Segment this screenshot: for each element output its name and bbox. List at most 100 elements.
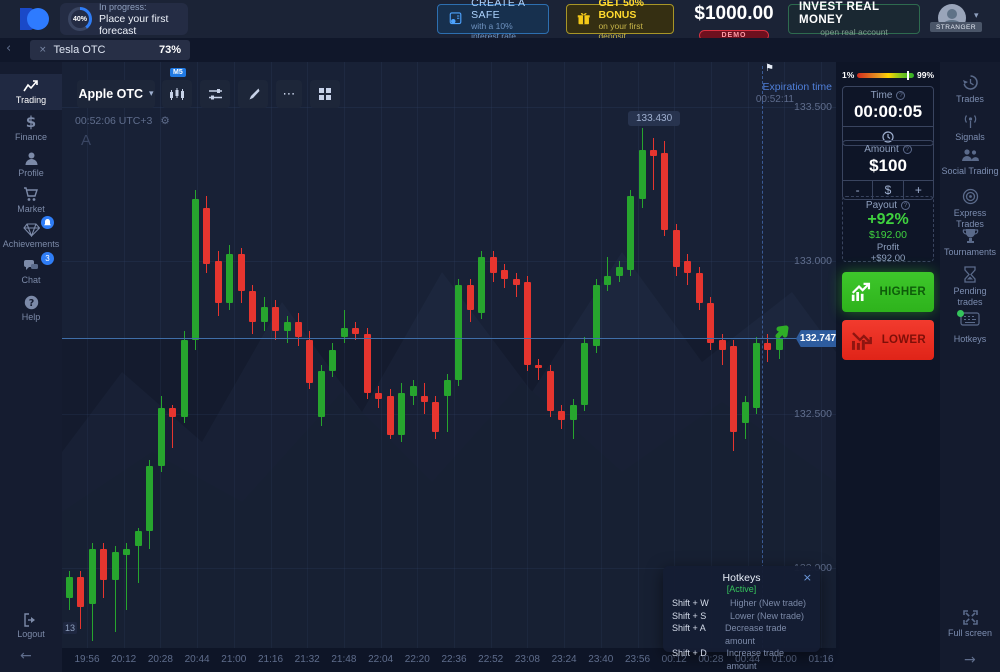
sidebar-item-help[interactable]: ? Help: [0, 290, 62, 326]
expand-panel-arrow[interactable]: →: [964, 652, 976, 668]
candle-wick: [538, 359, 539, 380]
trophy-icon: [962, 228, 979, 244]
sidebar-item-tournaments[interactable]: Tournaments: [940, 228, 1000, 258]
drawing-tools-button[interactable]: [238, 80, 268, 108]
user-menu[interactable]: STRANGER ▾: [930, 3, 986, 35]
sidebar-item-social-trading[interactable]: Social Trading: [940, 148, 1000, 177]
time-axis-label: 21:32: [295, 654, 320, 665]
candle: [215, 261, 222, 304]
sidebar-item-trading[interactable]: Trading: [0, 74, 62, 110]
time-field[interactable]: Time? 00:00:05: [842, 86, 934, 146]
layout-grid-button[interactable]: [310, 80, 340, 108]
tab-close-icon[interactable]: ×: [39, 45, 47, 55]
chart-clock: 00:52:06 UTC+3 ⚙: [75, 115, 170, 127]
info-icon[interactable]: ?: [901, 201, 910, 210]
sidebar-item-finance[interactable]: $ Finance: [0, 110, 62, 146]
onboarding-progress-widget[interactable]: 40% In progress: Place your first foreca…: [60, 3, 188, 35]
trading-app: 40% In progress: Place your first foreca…: [0, 0, 1000, 672]
time-axis-label: 23:56: [625, 654, 650, 665]
more-tools-button[interactable]: ⋯: [276, 80, 302, 108]
trend-up-icon: [850, 281, 873, 303]
time-axis-label: 20:12: [111, 654, 136, 665]
account-balance[interactable]: $1000.00 DEMO: [688, 3, 780, 42]
close-icon[interactable]: ×: [803, 571, 812, 584]
sidebar-item-chat[interactable]: 3 Chat: [0, 254, 62, 290]
payout-amount: $192.00: [843, 229, 933, 242]
sidebar-item-trades[interactable]: Trades: [940, 74, 1000, 105]
hotkey-row: Shift + ADecrease trade amount: [672, 622, 811, 647]
candle: [146, 466, 153, 530]
price-axis-label: 133.000: [772, 255, 832, 267]
grid-icon: [318, 87, 332, 101]
fullscreen-icon: [963, 610, 978, 625]
candle: [181, 340, 188, 417]
candle: [261, 307, 268, 322]
candle: [558, 411, 565, 420]
progress-title: In progress:: [99, 2, 180, 13]
candle: [696, 273, 703, 304]
higher-button[interactable]: HIGHER: [842, 272, 934, 312]
amount-value[interactable]: $100: [843, 155, 933, 180]
dollar-icon: $: [24, 114, 38, 130]
sidebar-item-logout[interactable]: Logout: [0, 608, 62, 644]
info-icon[interactable]: ?: [896, 91, 905, 100]
candle: [375, 393, 382, 399]
sidebar-item-express-trades[interactable]: Express Trades: [940, 188, 1000, 229]
person-icon: [24, 151, 39, 166]
candle: [226, 254, 233, 303]
candle: [604, 276, 611, 285]
asset-tab-tesla-otc[interactable]: × Tesla OTC 73%: [30, 40, 190, 60]
gear-icon[interactable]: ⚙: [160, 115, 169, 127]
current-price-badge: 132.747: [796, 330, 836, 347]
trades-history-icon: [962, 74, 979, 91]
sidebar-item-market[interactable]: Market: [0, 182, 62, 218]
sidebar-item-hotkeys[interactable]: Hotkeys: [940, 312, 1000, 345]
fullscreen-button[interactable]: Full screen: [940, 610, 1000, 639]
invest-real-money-button[interactable]: INVEST REAL MONEY open real account: [788, 4, 920, 34]
right-sidebar: Trades Signals Social Trading Express Tr…: [940, 62, 1000, 672]
bell-icon: [44, 219, 51, 227]
candle: [192, 199, 199, 340]
sidebar-item-signals[interactable]: Signals: [940, 112, 1000, 143]
progress-ring-icon: 40%: [68, 7, 92, 31]
info-icon[interactable]: ?: [903, 145, 912, 154]
payout-info: Payout? +92% $192.00 Profit +$92.00: [842, 196, 934, 262]
indicators-button[interactable]: [200, 80, 230, 108]
svg-text:$: $: [26, 114, 36, 130]
candle-wick: [653, 138, 654, 190]
trade-panel: 1% 99% Time? 00:00:05 Amount? $100 - $ +…: [836, 62, 940, 672]
sentiment-gradient: [857, 73, 914, 78]
low-price-label-clipped: 13: [63, 622, 77, 634]
people-icon: [960, 148, 980, 163]
candle: [352, 328, 359, 334]
expiration-countdown: 00:52:11: [756, 94, 794, 105]
time-axis-label: 19:56: [74, 654, 99, 665]
create-safe-button[interactable]: CREATE A SAFE with a 10% interest rate: [437, 4, 549, 34]
time-axis-label: 22:20: [405, 654, 430, 665]
candle: [364, 334, 371, 392]
brand-logo-icon[interactable]: [18, 6, 50, 32]
chart-area[interactable]: 133.500133.000132.500132.000 ⚑ Expiratio…: [62, 62, 836, 648]
hotkey-row: Shift + WHigher (New trade): [672, 597, 811, 610]
bonus-button[interactable]: GET 50% BONUS on your first deposit: [566, 4, 674, 34]
lower-button[interactable]: LOWER: [842, 320, 934, 360]
logout-icon: [23, 613, 39, 627]
sidebar-item-achievements[interactable]: Achievements: [0, 218, 62, 254]
collapse-sidebar-arrow[interactable]: ←: [20, 648, 32, 664]
tab-label: Tesla OTC: [54, 44, 106, 56]
express-trades-icon: [962, 188, 979, 205]
chart-type-button[interactable]: [162, 80, 192, 108]
higher-button-label: HIGHER: [879, 286, 926, 298]
time-axis-label: 01:16: [808, 654, 833, 665]
amount-field[interactable]: Amount? $100 - $ +: [842, 140, 934, 200]
sidebar-item-profile[interactable]: Profile: [0, 146, 62, 182]
chart-watermark: A: [81, 132, 91, 149]
candle: [398, 393, 405, 436]
achievements-notification-badge: [41, 216, 54, 229]
candle: [272, 307, 279, 332]
sidebar-item-pending-trades[interactable]: Pending trades: [940, 266, 1000, 307]
time-value[interactable]: 00:00:05: [843, 101, 933, 126]
candle: [318, 371, 325, 417]
tabs-back-chevron[interactable]: ‹: [6, 41, 11, 56]
symbol-select-button[interactable]: Apple OTC ▾: [77, 80, 155, 108]
